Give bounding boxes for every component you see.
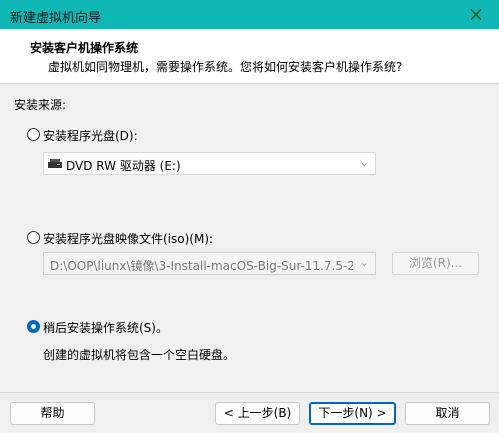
radio-iso-image-label[interactable]: 安装程序光盘映像文件(iso)(M): [43,230,213,247]
chevron-down-icon: ⌄ [359,156,369,169]
browse-button[interactable]: 浏览(R)... [392,252,479,275]
radio-install-later[interactable] [27,320,40,333]
disc-drive-select[interactable]: DVD RW 驱动器 (E:) ⌄ [43,152,376,175]
radio-installer-disc-label[interactable]: 安装程序光盘(D): [43,127,138,144]
radio-iso-image[interactable] [27,231,40,244]
footer-divider [0,392,499,393]
radio-install-later-label[interactable]: 稍后安装操作系统(S)。 [43,319,168,336]
page-subtitle: 虚拟机如同物理机，需要操作系统。您将如何安装客户机操作系统? [48,60,403,74]
iso-path-select[interactable]: D:\OOP\liunx\镜像\3-Install-macOS-Big-Sur-… [43,252,376,275]
back-button[interactable]: < 上一步(B) [215,402,300,425]
cancel-button[interactable]: 取消 [405,402,490,425]
window-title: 新建虚拟机向导 [10,11,102,26]
iso-path-value: D:\OOP\liunx\镜像\3-Install-macOS-Big-Sur-… [50,259,353,273]
close-icon[interactable]: × [453,0,499,29]
disc-drive-value: DVD RW 驱动器 (E:) [66,159,181,173]
dvd-drive-icon [48,159,62,168]
radio-installer-disc[interactable] [27,128,40,141]
install-source-label: 安装来源: [14,98,67,112]
chevron-down-icon: ⌄ [359,256,369,269]
new-vm-wizard-window: 新建虚拟机向导 × 安装客户机操作系统 虚拟机如同物理机，需要操作系统。您将如何… [0,0,499,433]
next-button[interactable]: 下一步(N) > [309,402,396,425]
install-later-note: 创建的虚拟机将包含一个空白硬盘。 [43,348,236,362]
wizard-header: 安装客户机操作系统 虚拟机如同物理机，需要操作系统。您将如何安装客户机操作系统? [0,29,499,84]
page-title: 安装客户机操作系统 [30,41,139,55]
title-bar: 新建虚拟机向导 × [0,0,499,29]
help-button[interactable]: 帮助 [10,402,95,425]
